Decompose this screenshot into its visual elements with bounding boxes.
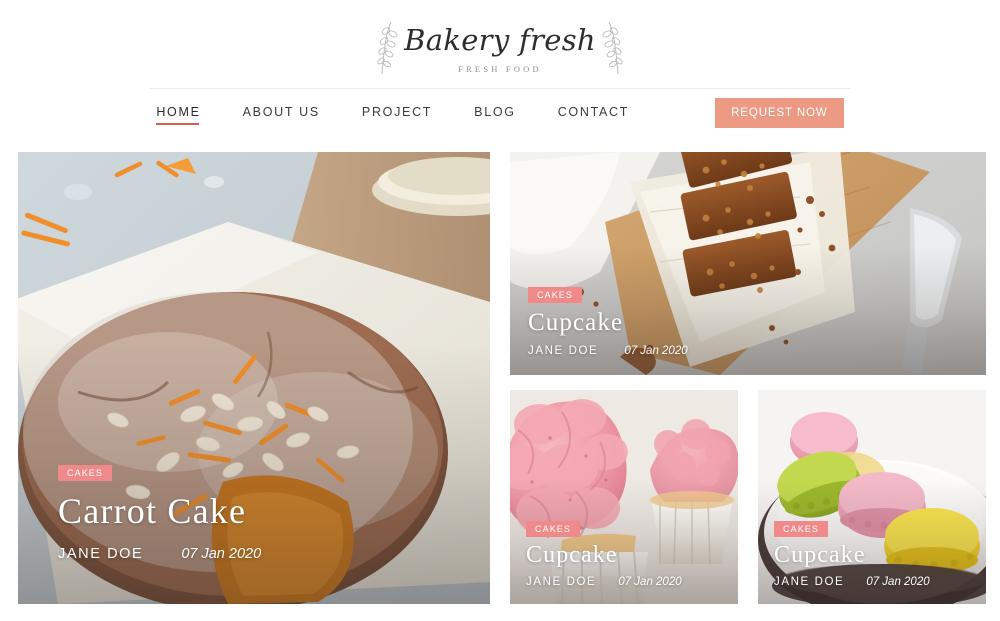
- category-badge[interactable]: CAKES: [774, 521, 829, 537]
- post-meta: JANE DOE 07 Jan 2020: [774, 576, 930, 588]
- nav-links: HOME ABOUT US PROJECT BLOG CONTACT REQUE…: [156, 98, 844, 128]
- header-divider: [150, 88, 850, 89]
- post-card-cupcake-top[interactable]: CAKES Cupcake JANE DOE 07 Jan 2020: [510, 152, 986, 375]
- card-caption: CAKES Cupcake JANE DOE 07 Jan 2020: [774, 519, 930, 588]
- category-badge[interactable]: CAKES: [526, 521, 581, 537]
- post-grid: CAKES Carrot Cake JANE DOE 07 Jan 2020 C…: [18, 152, 986, 604]
- nav-item-contact[interactable]: CONTACT: [558, 101, 629, 125]
- post-date: 07 Jan 2020: [181, 546, 262, 562]
- category-badge[interactable]: CAKES: [528, 287, 583, 303]
- post-author: JANE DOE: [58, 546, 144, 562]
- post-author: JANE DOE: [528, 345, 599, 357]
- site-header: Bakery fresh FRESH FOOD HOME ABOUT US PR…: [0, 0, 1000, 140]
- leaf-sprig-left-icon: [377, 21, 398, 75]
- post-meta: JANE DOE 07 Jan 2020: [528, 345, 688, 357]
- category-badge[interactable]: CAKES: [58, 465, 113, 481]
- logo-tagline: FRESH FOOD: [458, 63, 542, 74]
- nav-item-blog[interactable]: BLOG: [474, 101, 516, 125]
- leaf-sprig-right-icon: [602, 21, 623, 75]
- post-author: JANE DOE: [774, 576, 845, 588]
- nav-item-about-us[interactable]: ABOUT US: [243, 101, 320, 125]
- main-navigation: HOME ABOUT US PROJECT BLOG CONTACT REQUE…: [0, 96, 1000, 130]
- post-card-cupcake-bottom-left[interactable]: CAKES Cupcake JANE DOE 07 Jan 2020: [510, 390, 738, 604]
- post-title[interactable]: Cupcake: [528, 309, 688, 337]
- nav-item-home[interactable]: HOME: [156, 101, 200, 125]
- post-title[interactable]: Cupcake: [774, 542, 930, 569]
- post-card-cupcake-bottom-right[interactable]: CAKES Cupcake JANE DOE 07 Jan 2020: [758, 390, 986, 604]
- post-author: JANE DOE: [526, 576, 597, 588]
- card-caption: CAKES Cupcake JANE DOE 07 Jan 2020: [528, 285, 688, 357]
- nav-item-project[interactable]: PROJECT: [362, 101, 432, 125]
- post-title[interactable]: Cupcake: [526, 542, 682, 569]
- post-title[interactable]: Carrot Cake: [58, 490, 261, 532]
- post-date: 07 Jan 2020: [866, 576, 930, 588]
- request-now-button[interactable]: REQUEST NOW: [715, 98, 844, 128]
- post-meta: JANE DOE 07 Jan 2020: [58, 546, 261, 562]
- bakery-homepage: Bakery fresh FRESH FOOD HOME ABOUT US PR…: [0, 0, 1000, 621]
- card-caption: CAKES Cupcake JANE DOE 07 Jan 2020: [526, 519, 682, 588]
- post-date: 07 Jan 2020: [624, 345, 688, 357]
- card-caption: CAKES Carrot Cake JANE DOE 07 Jan 2020: [58, 463, 261, 562]
- post-card-carrot-cake[interactable]: CAKES Carrot Cake JANE DOE 07 Jan 2020: [18, 152, 490, 604]
- post-date: 07 Jan 2020: [618, 576, 682, 588]
- site-logo[interactable]: Bakery fresh FRESH FOOD: [370, 14, 630, 82]
- logo-wordmark: Bakery fresh: [404, 22, 596, 57]
- logo-text: Bakery fresh FRESH FOOD: [404, 23, 596, 74]
- post-meta: JANE DOE 07 Jan 2020: [526, 576, 682, 588]
